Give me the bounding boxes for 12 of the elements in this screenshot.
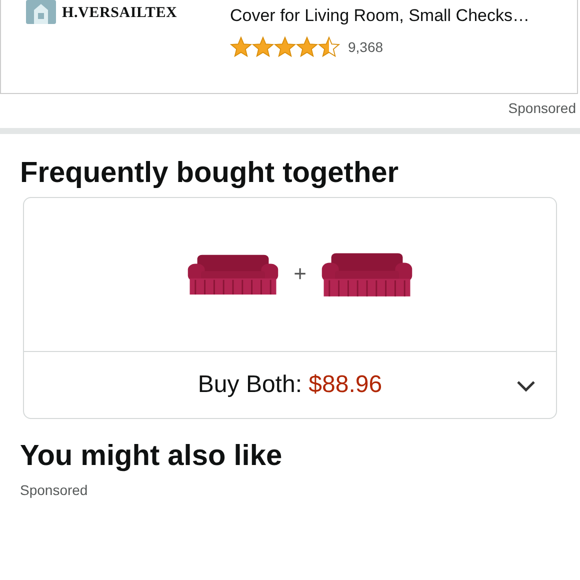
rating-count: 9,368 bbox=[348, 39, 384, 55]
plus-sign: + bbox=[294, 261, 306, 288]
ad-card[interactable]: H.VERSAILTEX Cover for Living Room, Small Checks… 9,368 bbox=[0, 0, 578, 94]
section-heading: Frequently bought together bbox=[20, 156, 400, 191]
brand-name: H.VERSAILTEX bbox=[62, 5, 178, 22]
buy-both-total: Buy Both: $88.96 bbox=[198, 370, 382, 399]
product-title[interactable]: Cover for Living Room, Small Checks… bbox=[230, 6, 530, 26]
buy-both-button[interactable]: Buy Both: $88.96 bbox=[24, 352, 556, 418]
house-logo-icon bbox=[26, 0, 56, 24]
sponsored-label: Sponsored bbox=[20, 482, 88, 498]
sponsored-label: Sponsored bbox=[508, 100, 576, 118]
section-heading: You might also like bbox=[20, 438, 284, 474]
